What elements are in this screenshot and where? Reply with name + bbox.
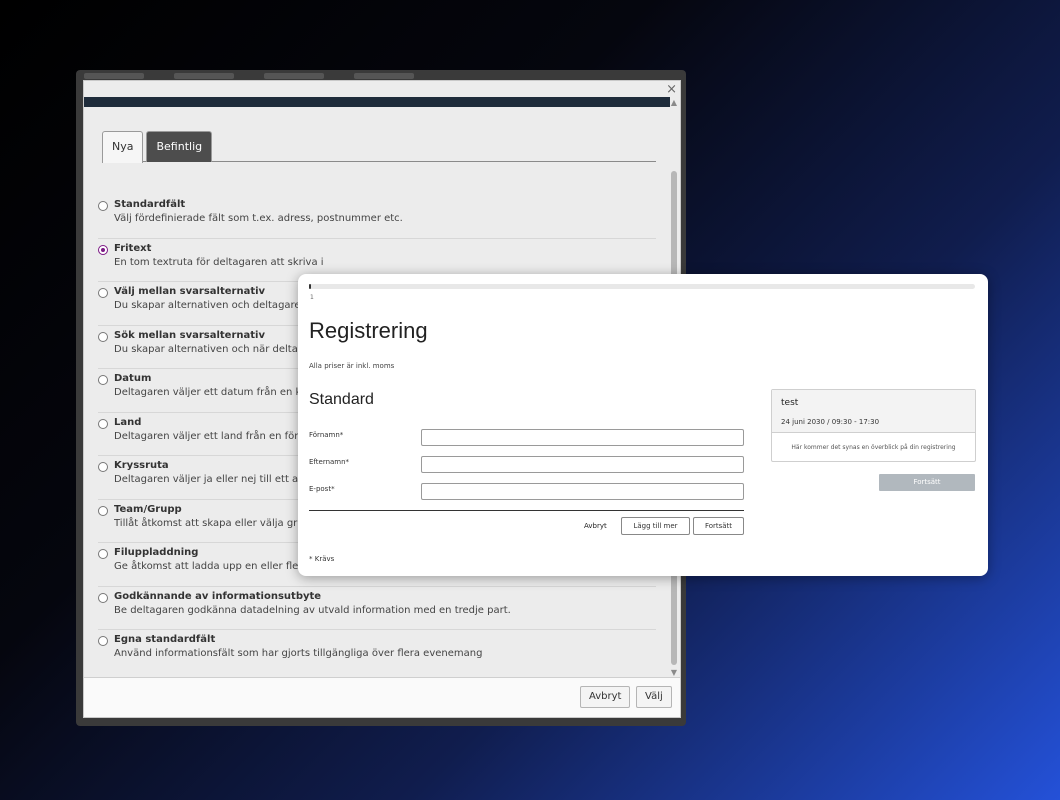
- option-description: En tom textruta för deltagaren att skriv…: [114, 256, 324, 268]
- radio-button-checked[interactable]: [98, 244, 108, 255]
- email-field[interactable]: [421, 483, 744, 500]
- last-name-label: Efternamn*: [309, 458, 350, 466]
- radio-button[interactable]: [98, 549, 108, 559]
- add-more-button[interactable]: Lägg till mer: [621, 517, 690, 535]
- divider: [309, 510, 744, 511]
- event-date: 24 juni 2030 / 09:30 - 17:30: [781, 418, 880, 426]
- progress-bar: [309, 284, 975, 289]
- option-title: Fritext: [114, 242, 152, 254]
- price-note: Alla priser är inkl. moms: [309, 362, 395, 370]
- dialog-header-bar: [84, 97, 670, 107]
- summary-card: test 24 juni 2030 / 09:30 - 17:30 Här ko…: [771, 389, 976, 462]
- radio-button[interactable]: [98, 418, 108, 429]
- radio-button[interactable]: [98, 462, 108, 472]
- registration-preview: 1 Registrering Alla priser är inkl. moms…: [298, 274, 988, 576]
- tab-bar: Nya Befintlig: [102, 131, 656, 163]
- radio-button[interactable]: [98, 636, 108, 646]
- option-godkannande[interactable]: Godkännande av informationsutbyte Be del…: [98, 587, 656, 630]
- option-description: Använd informationsfält som har gjorts t…: [114, 648, 483, 659]
- dialog-footer: Avbryt Välj: [84, 677, 680, 717]
- summary-header: [772, 390, 975, 433]
- cancel-link[interactable]: Avbryt: [584, 522, 607, 530]
- option-description: Be deltagaren godkänna datadelning av ut…: [114, 604, 511, 616]
- last-name-field[interactable]: [421, 456, 744, 473]
- radio-button[interactable]: [98, 201, 108, 211]
- step-number: 1: [310, 294, 314, 301]
- radio-button[interactable]: [98, 505, 108, 516]
- first-name-label: Förnamn*: [309, 431, 344, 439]
- radio-button[interactable]: [98, 375, 108, 385]
- radio-button[interactable]: [98, 331, 108, 342]
- option-standardfalt[interactable]: Standardfält Välj fördefinierade fält so…: [98, 195, 656, 239]
- option-egna-standardfalt[interactable]: Egna standardfält Använd informationsfäl…: [98, 630, 656, 674]
- option-title: Egna standardfält: [114, 634, 216, 645]
- scroll-down-icon[interactable]: ▼: [670, 669, 678, 677]
- progress-fill: [309, 284, 311, 289]
- scroll-up-icon[interactable]: ▲: [670, 99, 678, 107]
- tab-nya[interactable]: Nya: [102, 131, 144, 163]
- option-title: Standardfält: [114, 199, 186, 210]
- summary-continue-button[interactable]: Fortsätt: [879, 474, 975, 491]
- section-title: Standard: [309, 391, 374, 408]
- cancel-button[interactable]: Avbryt: [580, 686, 631, 708]
- option-title: Godkännande av informationsutbyte: [114, 590, 322, 602]
- email-label: E-post*: [309, 485, 335, 493]
- radio-button[interactable]: [98, 288, 108, 298]
- select-button[interactable]: Välj: [636, 686, 672, 708]
- close-icon[interactable]: ×: [666, 82, 677, 97]
- page-title: Registrering: [309, 318, 428, 343]
- event-name: test: [781, 398, 799, 408]
- tab-befintlig[interactable]: Befintlig: [146, 131, 213, 162]
- first-name-field[interactable]: [421, 429, 744, 446]
- required-note: * Krävs: [309, 555, 335, 563]
- continue-button[interactable]: Fortsätt: [693, 517, 744, 535]
- option-description: Välj fördefinierade fält som t.ex. adres…: [114, 213, 403, 224]
- summary-text: Här kommer det synas en överblick på din…: [791, 444, 956, 451]
- radio-button[interactable]: [98, 592, 108, 603]
